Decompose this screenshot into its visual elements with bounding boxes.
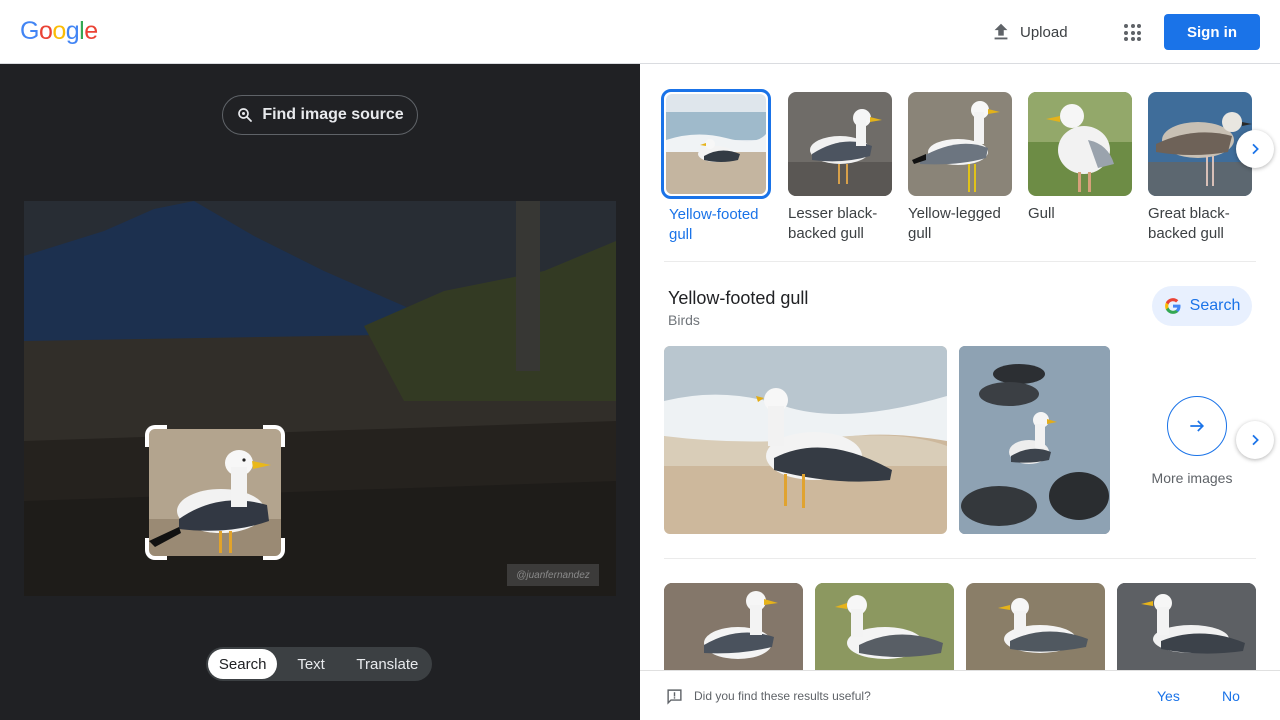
entity-thumb-image (908, 92, 1012, 196)
entity-thumb-label: Yellow-legged gull (908, 205, 1001, 242)
result-image-2[interactable] (815, 583, 954, 673)
entity-thumb-label: Gull (1028, 205, 1055, 222)
knowledge-next-button[interactable] (1236, 421, 1274, 459)
logo-letter: o (38, 17, 53, 45)
sign-in-button[interactable]: Sign in (1164, 14, 1260, 50)
watermark: @juanfernandez (507, 564, 599, 586)
feedback-question: Did you find these results useful? (694, 689, 871, 703)
arrow-right-icon (1167, 396, 1227, 456)
find-image-source-label: Find image source (262, 106, 404, 123)
google-g-icon (1164, 298, 1181, 314)
entity-thumb-yellow-footed-gull[interactable]: Yellow-footed gull (661, 89, 774, 245)
section-divider (664, 261, 1256, 262)
crop-corner-top-right[interactable] (263, 425, 285, 447)
logo-letter: G (20, 17, 39, 45)
feedback-icon (667, 689, 682, 705)
knowledge-subtitle: Birds (668, 312, 700, 328)
feedback-bar: Did you find these results useful? Yes N… (640, 670, 1280, 720)
entity-thumb-image (1028, 92, 1132, 196)
feedback-no-button[interactable]: No (1222, 688, 1240, 704)
lens-image-panel: Find image source @juanfernandez Search … (0, 64, 640, 720)
result-image-1[interactable] (664, 583, 803, 673)
feedback-yes-button[interactable]: Yes (1157, 688, 1180, 704)
entity-thumb-image (788, 92, 892, 196)
entity-thumb-image (661, 89, 771, 199)
chevron-right-icon (1252, 434, 1259, 446)
entity-thumb-yellow-legged-gull[interactable]: Yellow-legged gull (908, 92, 1018, 244)
google-logo[interactable]: Google (20, 17, 98, 46)
uploaded-image: @juanfernandez (24, 201, 616, 596)
section-divider (664, 558, 1256, 559)
entity-thumb-gull[interactable]: Gull (1028, 92, 1138, 224)
chevron-right-icon (1252, 143, 1259, 155)
crop-corner-bottom-left[interactable] (145, 538, 167, 560)
results-panel: Yellow-footed gull Lesser black-backed g… (640, 64, 1280, 720)
logo-letter: o (52, 17, 66, 45)
more-images-label: More images (1151, 470, 1233, 486)
upload-label: Upload (1020, 23, 1068, 41)
find-image-source-button[interactable]: Find image source (222, 95, 418, 135)
crop-corner-bottom-right[interactable] (263, 538, 285, 560)
apps-grid-icon[interactable] (1118, 18, 1146, 46)
upload-icon (994, 23, 1008, 40)
knowledge-search-label: Search (1189, 297, 1241, 314)
thumbnails-next-button[interactable] (1236, 130, 1274, 168)
logo-letter: g (65, 17, 80, 45)
crop-corner-top-left[interactable] (145, 425, 167, 447)
knowledge-search-button[interactable]: Search (1152, 286, 1252, 326)
result-image-4[interactable] (1117, 583, 1256, 673)
lens-search-icon (238, 108, 253, 122)
entity-thumb-label: Yellow-footed gull (669, 206, 759, 243)
crop-selection-box[interactable] (145, 425, 285, 560)
entity-thumb-label: Lesser black-backed gull (788, 205, 878, 242)
knowledge-image-2[interactable] (959, 346, 1110, 534)
image-dim-overlay (24, 201, 616, 596)
more-images-button[interactable]: More images (1152, 396, 1239, 486)
logo-letter: e (84, 17, 98, 45)
knowledge-image-1[interactable] (664, 346, 947, 534)
mode-text-tab[interactable]: Text (277, 649, 344, 679)
knowledge-title: Yellow-footed gull (668, 288, 809, 308)
entity-thumb-label: Great black-backed gull (1148, 205, 1230, 242)
result-image-3[interactable] (966, 583, 1105, 673)
mode-translate-tab[interactable]: Translate (345, 649, 430, 679)
mode-search-tab[interactable]: Search (208, 649, 278, 679)
entity-thumb-lesser-black-backed-gull[interactable]: Lesser black-backed gull (788, 92, 898, 244)
upload-button[interactable]: Upload (990, 18, 1068, 46)
header: Google Upload Sign in (0, 0, 1280, 64)
mode-selector: Search Text Translate (206, 647, 432, 681)
crop-selected-gull (149, 429, 281, 556)
entity-thumb-great-black-backed-gull[interactable]: Great black-backed gull (1148, 92, 1258, 244)
